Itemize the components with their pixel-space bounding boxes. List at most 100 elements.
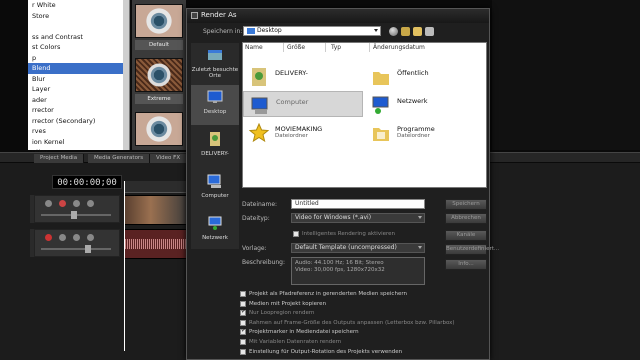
fx-list-item[interactable]: p	[28, 53, 129, 64]
video-track-header[interactable]	[34, 195, 120, 223]
file-name: Programme	[397, 125, 435, 133]
fx-list-item[interactable]	[28, 21, 129, 32]
description-box: Audio: 44.100 Hz; 16 Bit; Stereo Video: …	[291, 257, 425, 285]
fx-list-item[interactable]: ss and Contrast	[28, 32, 129, 43]
video-fx-list[interactable]: r White Store ss and Contrast st Colors p Ble…	[28, 0, 130, 156]
playhead-cursor[interactable]	[124, 181, 125, 351]
mute-button[interactable]	[73, 234, 80, 241]
place-desktop[interactable]: Desktop	[191, 85, 239, 125]
chevron-down-icon	[418, 246, 422, 249]
fx-list-item[interactable]: Blend	[28, 63, 129, 74]
option-checkbox[interactable]	[240, 308, 246, 317]
timeline-ruler[interactable]	[124, 181, 190, 193]
track-button[interactable]	[45, 200, 52, 207]
fx-list-item[interactable]: Store	[28, 11, 129, 22]
column-header-size[interactable]: Größe	[287, 44, 305, 51]
audio-clip[interactable]	[124, 229, 190, 259]
smart-render-checkbox[interactable]	[293, 231, 299, 237]
fx-list-scrollbar[interactable]	[123, 0, 129, 150]
option-checkbox[interactable]	[240, 300, 246, 307]
option-checkbox[interactable]	[240, 348, 246, 355]
place-network[interactable]: Netzwerk	[191, 211, 239, 251]
fx-list-item[interactable]: ader	[28, 95, 129, 106]
save-in-value: Desktop	[257, 27, 282, 34]
timecode-display: 00:00:00;00	[52, 175, 122, 189]
fx-list-item[interactable]: st Colors	[28, 42, 129, 53]
option-checkbox[interactable]	[240, 319, 246, 326]
places-sidebar: Zuletzt besuchte Orte Desktop DELIVERY- …	[191, 43, 239, 249]
record-arm-button[interactable]	[45, 234, 52, 241]
description-label: Beschreibung:	[242, 259, 285, 266]
file-item[interactable]: Netzwerk	[365, 91, 485, 117]
tab-media-generators[interactable]: Media Generators	[88, 154, 151, 163]
filename-input[interactable]: Untitled	[291, 199, 425, 209]
column-header-type[interactable]: Typ	[331, 44, 341, 51]
tab-video-fx[interactable]: Video FX	[150, 154, 188, 163]
description-line: Audio: 44.100 Hz; 16 Bit; Stereo	[295, 260, 384, 266]
save-in-dropdown[interactable]: Desktop	[243, 26, 381, 36]
view-menu-icon[interactable]	[425, 27, 434, 36]
channels-button[interactable]: Kanäle	[445, 230, 487, 241]
level-slider-knob[interactable]	[71, 211, 77, 219]
fx-list-item[interactable]: rves	[28, 126, 129, 137]
volume-slider[interactable]	[41, 248, 111, 250]
save-button[interactable]: Speichern	[445, 199, 487, 210]
recent-places-icon	[208, 50, 222, 60]
filetype-dropdown[interactable]: Video for Windows (*.avi)	[291, 213, 425, 223]
preset-thumbnail[interactable]	[135, 58, 183, 92]
column-divider[interactable]	[369, 43, 370, 52]
star-folder-icon	[249, 123, 269, 143]
mute-button[interactable]	[73, 200, 80, 207]
fx-list-item[interactable]: rrector (Secondary)	[28, 116, 129, 127]
file-item[interactable]: DELIVERY-	[243, 63, 363, 89]
new-folder-icon[interactable]	[413, 27, 422, 36]
track-fx-button[interactable]	[59, 200, 66, 207]
dialog-title-bar[interactable]: Render As	[187, 9, 489, 23]
place-recent[interactable]: Zuletzt besuchte Orte	[191, 43, 239, 83]
option-label: Rahmen auf Frame-Größe des Outputs anpas…	[249, 319, 455, 326]
user-folder-icon	[252, 68, 266, 86]
file-item-selected[interactable]: Computer	[243, 91, 363, 117]
filename-label: Dateiname:	[242, 201, 278, 208]
user-folder-icon	[210, 132, 220, 146]
template-dropdown[interactable]: Default Template (uncompressed)	[291, 243, 425, 253]
tab-project-media[interactable]: Project Media	[34, 154, 85, 163]
file-name: Computer	[276, 98, 309, 106]
column-divider[interactable]	[325, 43, 326, 52]
network-icon	[372, 96, 389, 114]
preset-label: Default	[135, 40, 183, 50]
option-checkbox[interactable]	[240, 339, 246, 345]
option-label: Mit Variablen Datenraten rendern	[249, 339, 342, 345]
chevron-down-icon	[418, 216, 422, 219]
preset-thumbnail[interactable]	[135, 4, 183, 38]
track-fx-button[interactable]	[59, 234, 66, 241]
column-divider[interactable]	[283, 43, 284, 52]
file-item[interactable]: Programme Dateiordner	[365, 119, 485, 145]
info-button[interactable]: Info...	[445, 259, 487, 270]
file-list[interactable]: Name Größe Typ Änderungsdatum DELIVERY- …	[242, 42, 487, 188]
file-item[interactable]: MOVIEMAKING Dateiordner	[243, 119, 363, 145]
column-header-name[interactable]: Name	[245, 44, 263, 51]
solo-button[interactable]	[87, 200, 94, 207]
up-folder-icon[interactable]	[401, 27, 410, 36]
solo-button[interactable]	[87, 234, 94, 241]
dialog-title: Render As	[201, 11, 237, 19]
back-icon[interactable]	[389, 27, 398, 36]
fx-list-item[interactable]: rrector	[28, 105, 129, 116]
fx-list-item[interactable]: r White	[28, 0, 129, 11]
option-checkbox[interactable]	[240, 327, 246, 336]
fx-list-item[interactable]: Blur	[28, 74, 129, 85]
custom-button[interactable]: Benutzerdefiniert...	[445, 244, 499, 255]
column-header-modified[interactable]: Änderungsdatum	[373, 44, 425, 51]
fx-list-item[interactable]: Layer	[28, 84, 129, 95]
place-user[interactable]: DELIVERY-	[191, 127, 239, 167]
place-computer[interactable]: Computer	[191, 169, 239, 209]
cancel-button[interactable]: Abbrechen	[445, 213, 487, 224]
video-clip[interactable]	[124, 195, 190, 225]
preset-thumbnail[interactable]	[135, 112, 183, 146]
file-item[interactable]: Öffentlich	[365, 63, 485, 89]
audio-track-header[interactable]	[34, 229, 120, 257]
option-checkbox[interactable]	[240, 291, 246, 297]
fx-list-item[interactable]: ion Kernel	[28, 137, 129, 148]
volume-slider-knob[interactable]	[85, 245, 91, 253]
